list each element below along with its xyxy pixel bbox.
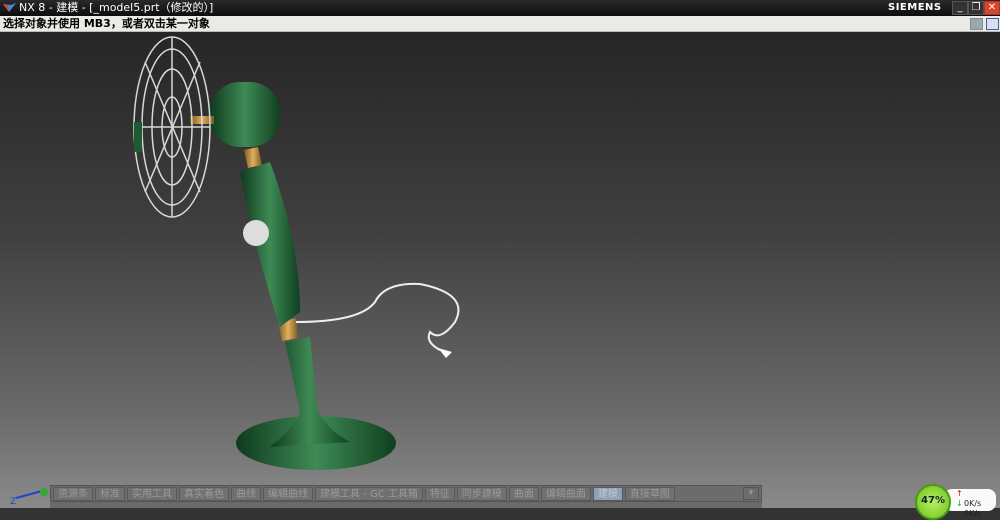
- icon-toolbar: [50, 502, 762, 508]
- download-speed: 0K/s: [964, 509, 982, 518]
- title-bar: NX 8 - 建模 - [_model5.prt（修改的）] SIEMENS _…: [0, 0, 1000, 16]
- restore-button[interactable]: ❐: [968, 1, 984, 15]
- fan-upper-stem: [240, 162, 300, 327]
- tab-modeling[interactable]: 建模: [592, 486, 623, 501]
- minimize-button[interactable]: _: [952, 1, 968, 15]
- siemens-logo: SIEMENS: [888, 2, 942, 13]
- motor-housing: [210, 82, 280, 147]
- status-bar: 选择对象并使用 MB3，或者双击某一对象: [0, 16, 1000, 32]
- tab-edit-curve[interactable]: 编辑曲线: [263, 486, 313, 501]
- tab-surface[interactable]: 曲面: [508, 486, 539, 501]
- tab-edit-surface[interactable]: 编辑曲面: [540, 486, 591, 501]
- coordinate-triad: Z: [10, 488, 48, 507]
- fan-model: [133, 36, 460, 470]
- tab-gc-toolkit[interactable]: 建模工具 - GC 工具箱: [315, 486, 423, 501]
- status-prompt: 选择对象并使用 MB3，或者双击某一对象: [3, 17, 210, 30]
- tab-standard[interactable]: 标准: [95, 486, 125, 501]
- graphics-viewport[interactable]: [0, 32, 1000, 508]
- tab-resource-bar[interactable]: 资源条: [53, 486, 93, 501]
- status-icon[interactable]: [970, 18, 983, 30]
- fan-guard: [133, 36, 211, 218]
- tab-direct-sketch[interactable]: 直接草图: [624, 486, 675, 501]
- window-title: NX 8 - 建模 - [_model5.prt（修改的）]: [19, 1, 214, 14]
- tab-utility[interactable]: 实用工具: [127, 486, 177, 501]
- blade-hub: [134, 122, 142, 152]
- tab-curve[interactable]: 曲线: [231, 486, 261, 501]
- power-plug: [438, 348, 452, 358]
- nx-app-icon: [3, 3, 16, 12]
- z-axis-label: Z: [10, 497, 16, 507]
- upload-arrow-icon: ↑: [956, 489, 963, 498]
- download-arrow-icon: ↓: [956, 499, 963, 508]
- control-knob: [243, 220, 269, 246]
- toolbar-tabs: 资源条 标准 实用工具 真实着色 曲线 编辑曲线 建模工具 - GC 工具箱 特…: [50, 485, 762, 502]
- cpu-gauge[interactable]: 47%: [915, 484, 951, 520]
- tab-true-shading[interactable]: 真实着色: [179, 486, 229, 501]
- fullscreen-icon[interactable]: [986, 18, 999, 30]
- brass-neck: [244, 147, 262, 168]
- close-button[interactable]: ✕: [984, 1, 1000, 15]
- tab-sync-modeling[interactable]: 同步建模: [456, 486, 507, 501]
- tab-feature[interactable]: 特征: [424, 486, 455, 501]
- toolbar-options-button[interactable]: ▾: [743, 487, 759, 500]
- power-cord: [295, 282, 460, 351]
